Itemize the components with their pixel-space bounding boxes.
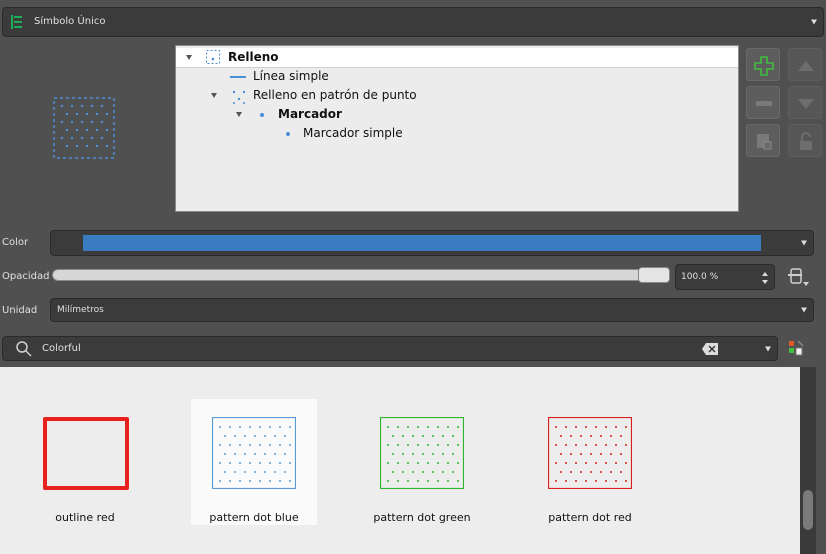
symbol-preview bbox=[52, 96, 116, 160]
symbol-search-input[interactable]: Colorful bbox=[2, 336, 778, 361]
duplicate-icon bbox=[757, 134, 772, 150]
search-value: Colorful bbox=[42, 343, 81, 354]
tree-item-marcador[interactable]: Marcador bbox=[176, 105, 738, 124]
tree-item-label: Marcador simple bbox=[303, 126, 403, 140]
right-gutter bbox=[816, 367, 826, 554]
renderer-dropdown[interactable]: Símbolo Único bbox=[2, 7, 824, 37]
expand-arrow-icon[interactable] bbox=[211, 93, 217, 98]
tree-item-linea-simple[interactable]: Línea simple bbox=[176, 67, 738, 86]
tree-item-relleno-patron[interactable]: Relleno en patrón de punto bbox=[176, 86, 738, 105]
clear-icon[interactable] bbox=[702, 343, 718, 355]
data-defined-icon bbox=[788, 268, 809, 286]
point-pattern-icon bbox=[231, 88, 247, 104]
minus-icon bbox=[756, 101, 772, 106]
move-up-button[interactable] bbox=[788, 48, 822, 81]
plus-icon bbox=[754, 56, 774, 76]
gallery-item-pattern-dot-blue[interactable]: pattern dot blue bbox=[191, 399, 317, 525]
opacity-slider-track[interactable] bbox=[52, 269, 670, 281]
simple-marker-icon bbox=[286, 132, 290, 136]
gallery-scrollbar[interactable] bbox=[800, 367, 816, 554]
dot-pattern-green-swatch bbox=[380, 417, 464, 489]
chevron-down-icon bbox=[811, 19, 817, 25]
unit-label: Unidad bbox=[2, 305, 38, 316]
gallery-item-label: pattern dot red bbox=[548, 511, 632, 524]
add-layer-button[interactable] bbox=[746, 48, 780, 81]
gallery-item-label: pattern dot blue bbox=[209, 511, 299, 524]
dot-pattern-red-swatch bbox=[548, 417, 632, 489]
search-icon bbox=[16, 341, 32, 357]
style-manager-icon bbox=[789, 340, 804, 356]
unit-value: Milímetros bbox=[57, 305, 104, 315]
expand-arrow-icon[interactable] bbox=[236, 112, 242, 117]
arrow-down-icon bbox=[798, 99, 814, 109]
chevron-down-icon bbox=[801, 307, 807, 313]
marker-icon bbox=[260, 113, 264, 117]
tree-item-relleno[interactable]: Relleno bbox=[176, 48, 738, 68]
remove-layer-button[interactable] bbox=[746, 86, 780, 119]
chevron-down-icon[interactable] bbox=[765, 346, 771, 351]
fill-layer-icon bbox=[206, 50, 220, 64]
duplicate-layer-button[interactable] bbox=[746, 124, 780, 157]
color-swatch bbox=[83, 235, 761, 251]
gallery-item-outline-red[interactable]: outline red bbox=[22, 399, 148, 525]
renderer-label: Símbolo Único bbox=[34, 16, 106, 27]
expand-arrow-icon[interactable] bbox=[186, 55, 192, 60]
color-label: Color bbox=[2, 237, 29, 248]
spin-arrows-icon[interactable] bbox=[760, 270, 770, 286]
data-defined-override-button[interactable] bbox=[786, 266, 810, 288]
style-manager-button[interactable] bbox=[786, 338, 810, 360]
gallery-item-pattern-dot-green[interactable]: pattern dot green bbox=[359, 399, 485, 525]
arrow-up-icon bbox=[798, 61, 814, 71]
symbol-layer-tree[interactable]: Relleno Línea simple Relleno en patrón d… bbox=[175, 45, 739, 212]
chevron-down-icon bbox=[801, 240, 807, 246]
tree-item-label: Marcador bbox=[278, 107, 342, 121]
opacity-slider-handle[interactable] bbox=[638, 267, 670, 283]
line-layer-icon bbox=[230, 76, 246, 78]
opacity-label: Opacidad bbox=[2, 271, 50, 282]
tree-item-marcador-simple[interactable]: Marcador simple bbox=[176, 124, 738, 143]
scrollbar-handle[interactable] bbox=[803, 490, 813, 530]
opacity-value: 100.0 % bbox=[681, 272, 719, 282]
gallery-item-pattern-dot-red[interactable]: pattern dot red bbox=[527, 399, 653, 525]
gallery-item-label: pattern dot green bbox=[373, 511, 471, 524]
opacity-spinbox[interactable]: 100.0 % bbox=[675, 264, 775, 290]
tree-item-label: Relleno bbox=[228, 50, 279, 64]
gallery-item-label: outline red bbox=[55, 511, 115, 524]
tree-item-label: Relleno en patrón de punto bbox=[253, 88, 417, 102]
outline-red-swatch bbox=[43, 417, 129, 490]
lock-layer-button[interactable] bbox=[788, 124, 822, 157]
unit-dropdown[interactable]: Milímetros bbox=[50, 298, 814, 322]
tree-item-label: Línea simple bbox=[253, 69, 329, 83]
color-button[interactable] bbox=[50, 230, 814, 256]
move-down-button[interactable] bbox=[788, 86, 822, 119]
symbol-gallery[interactable]: outline red pattern dot blue pattern dot… bbox=[0, 367, 800, 554]
dot-pattern-blue-swatch bbox=[212, 417, 296, 489]
lock-icon bbox=[800, 132, 812, 150]
renderer-icon bbox=[10, 14, 24, 30]
